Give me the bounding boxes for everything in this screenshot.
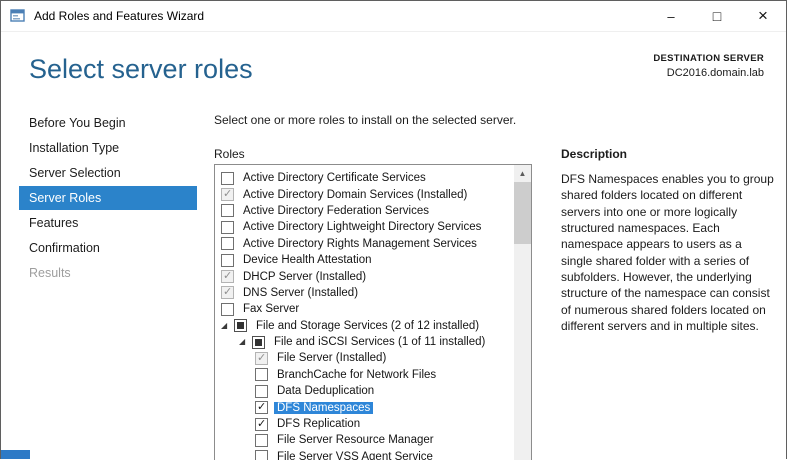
scroll-up-button[interactable]: ▲ <box>514 165 531 182</box>
checkbox-checked[interactable] <box>255 418 268 431</box>
scroll-up-icon: ▲ <box>519 169 527 178</box>
role-label: DNS Server (Installed) <box>240 287 361 299</box>
role-label: DFS Namespaces <box>274 402 373 414</box>
role-row[interactable]: File Server (Installed) <box>215 350 531 366</box>
checkbox-unchecked[interactable] <box>221 172 234 185</box>
page-title: Select server roles <box>29 54 253 85</box>
role-row[interactable]: Active Directory Domain Services (Instal… <box>215 186 531 202</box>
checkbox-installed[interactable] <box>221 188 234 201</box>
role-row[interactable]: Active Directory Federation Services <box>215 203 531 219</box>
description-text: DFS Namespaces enables you to group shar… <box>561 171 775 334</box>
close-button[interactable]: × <box>740 1 786 31</box>
checkbox-installed[interactable] <box>255 352 268 365</box>
roles-list-label: Roles <box>214 147 245 161</box>
role-label: Active Directory Domain Services (Instal… <box>240 189 470 201</box>
checkbox-unchecked[interactable] <box>221 303 234 316</box>
role-label: File Server Resource Manager <box>274 434 437 446</box>
window-title: Add Roles and Features Wizard <box>34 9 204 23</box>
role-label: DHCP Server (Installed) <box>240 271 369 283</box>
role-row[interactable]: File Server VSS Agent Service <box>215 449 531 460</box>
role-label: File Server (Installed) <box>274 352 389 364</box>
checkbox-unchecked[interactable] <box>255 385 268 398</box>
role-row[interactable]: ◢ File and Storage Services (2 of 12 inst… <box>215 318 531 334</box>
role-label: Fax Server <box>240 303 302 315</box>
checkbox-unchecked[interactable] <box>221 237 234 250</box>
checkbox-installed[interactable] <box>221 286 234 299</box>
checkbox-installed[interactable] <box>221 270 234 283</box>
role-label: BranchCache for Network Files <box>274 369 439 381</box>
role-row[interactable]: Data Deduplication <box>215 383 531 399</box>
close-icon: × <box>758 6 768 26</box>
taskbar-fragment <box>1 450 30 459</box>
role-row[interactable]: Active Directory Certificate Services <box>215 170 531 186</box>
sidebar-item-server-roles[interactable]: Server Roles <box>19 186 197 210</box>
role-label: Active Directory Lightweight Directory S… <box>240 221 484 233</box>
description-heading: Description <box>561 147 627 161</box>
checkbox-unchecked[interactable] <box>221 254 234 267</box>
maximize-icon: □ <box>713 8 721 24</box>
role-row[interactable]: Active Directory Lightweight Directory S… <box>215 219 531 235</box>
checkbox-unchecked[interactable] <box>221 204 234 217</box>
checkbox-partial[interactable] <box>234 319 247 332</box>
maximize-button[interactable]: □ <box>694 1 740 31</box>
role-row[interactable]: Fax Server <box>215 301 531 317</box>
roles-list: ▲ Active Directory Certificate Services A… <box>214 164 532 460</box>
roles-scrollbar[interactable]: ▲ <box>514 165 531 460</box>
role-label: File and Storage Services (2 of 12 insta… <box>253 320 482 332</box>
role-row[interactable]: DHCP Server (Installed) <box>215 268 531 284</box>
title-bar[interactable]: Add Roles and Features Wizard – □ × <box>1 1 786 32</box>
sidebar-item-results: Results <box>19 261 197 285</box>
sidebar-item-confirmation[interactable]: Confirmation <box>19 236 197 260</box>
destination-server-name: DC2016.domain.lab <box>653 67 764 79</box>
role-label: Data Deduplication <box>274 385 377 397</box>
destination-label: DESTINATION SERVER <box>653 53 764 64</box>
checkbox-checked[interactable] <box>255 401 268 414</box>
wizard-window-icon <box>10 8 26 24</box>
sidebar-nav: Before You BeginInstallation TypeServer … <box>19 111 197 286</box>
role-row[interactable]: Device Health Attestation <box>215 252 531 268</box>
scrollbar-thumb[interactable] <box>514 182 531 244</box>
role-label: Active Directory Rights Management Servi… <box>240 238 480 250</box>
window-controls: – □ × <box>648 1 786 31</box>
sidebar-item-before-you-begin[interactable]: Before You Begin <box>19 111 197 135</box>
role-row[interactable]: ◢ File and iSCSI Services (1 of 11 instal… <box>215 334 531 350</box>
checkbox-unchecked[interactable] <box>221 221 234 234</box>
role-label: Active Directory Certificate Services <box>240 172 429 184</box>
expand-arrow-icon[interactable]: ◢ <box>239 338 252 346</box>
role-label: File and iSCSI Services (1 of 11 install… <box>271 336 488 348</box>
role-label: Active Directory Federation Services <box>240 205 432 217</box>
instruction-text: Select one or more roles to install on t… <box>214 113 516 127</box>
role-row[interactable]: BranchCache for Network Files <box>215 367 531 383</box>
role-row[interactable]: DFS Namespaces <box>215 399 531 415</box>
destination-block: DESTINATION SERVER DC2016.domain.lab <box>653 53 764 79</box>
role-row[interactable]: Active Directory Rights Management Servi… <box>215 236 531 252</box>
sidebar-item-server-selection[interactable]: Server Selection <box>19 161 197 185</box>
minimize-icon: – <box>667 9 674 24</box>
role-label: DFS Replication <box>274 418 363 430</box>
role-label: Device Health Attestation <box>240 254 375 266</box>
checkbox-partial[interactable] <box>252 336 265 349</box>
role-row[interactable]: File Server Resource Manager <box>215 432 531 448</box>
checkbox-unchecked[interactable] <box>255 368 268 381</box>
role-row[interactable]: DFS Replication <box>215 416 531 432</box>
minimize-button[interactable]: – <box>648 1 694 31</box>
role-row[interactable]: DNS Server (Installed) <box>215 285 531 301</box>
expand-arrow-icon[interactable]: ◢ <box>221 322 234 330</box>
sidebar-item-features[interactable]: Features <box>19 211 197 235</box>
checkbox-unchecked[interactable] <box>255 434 268 447</box>
sidebar-item-installation-type[interactable]: Installation Type <box>19 136 197 160</box>
